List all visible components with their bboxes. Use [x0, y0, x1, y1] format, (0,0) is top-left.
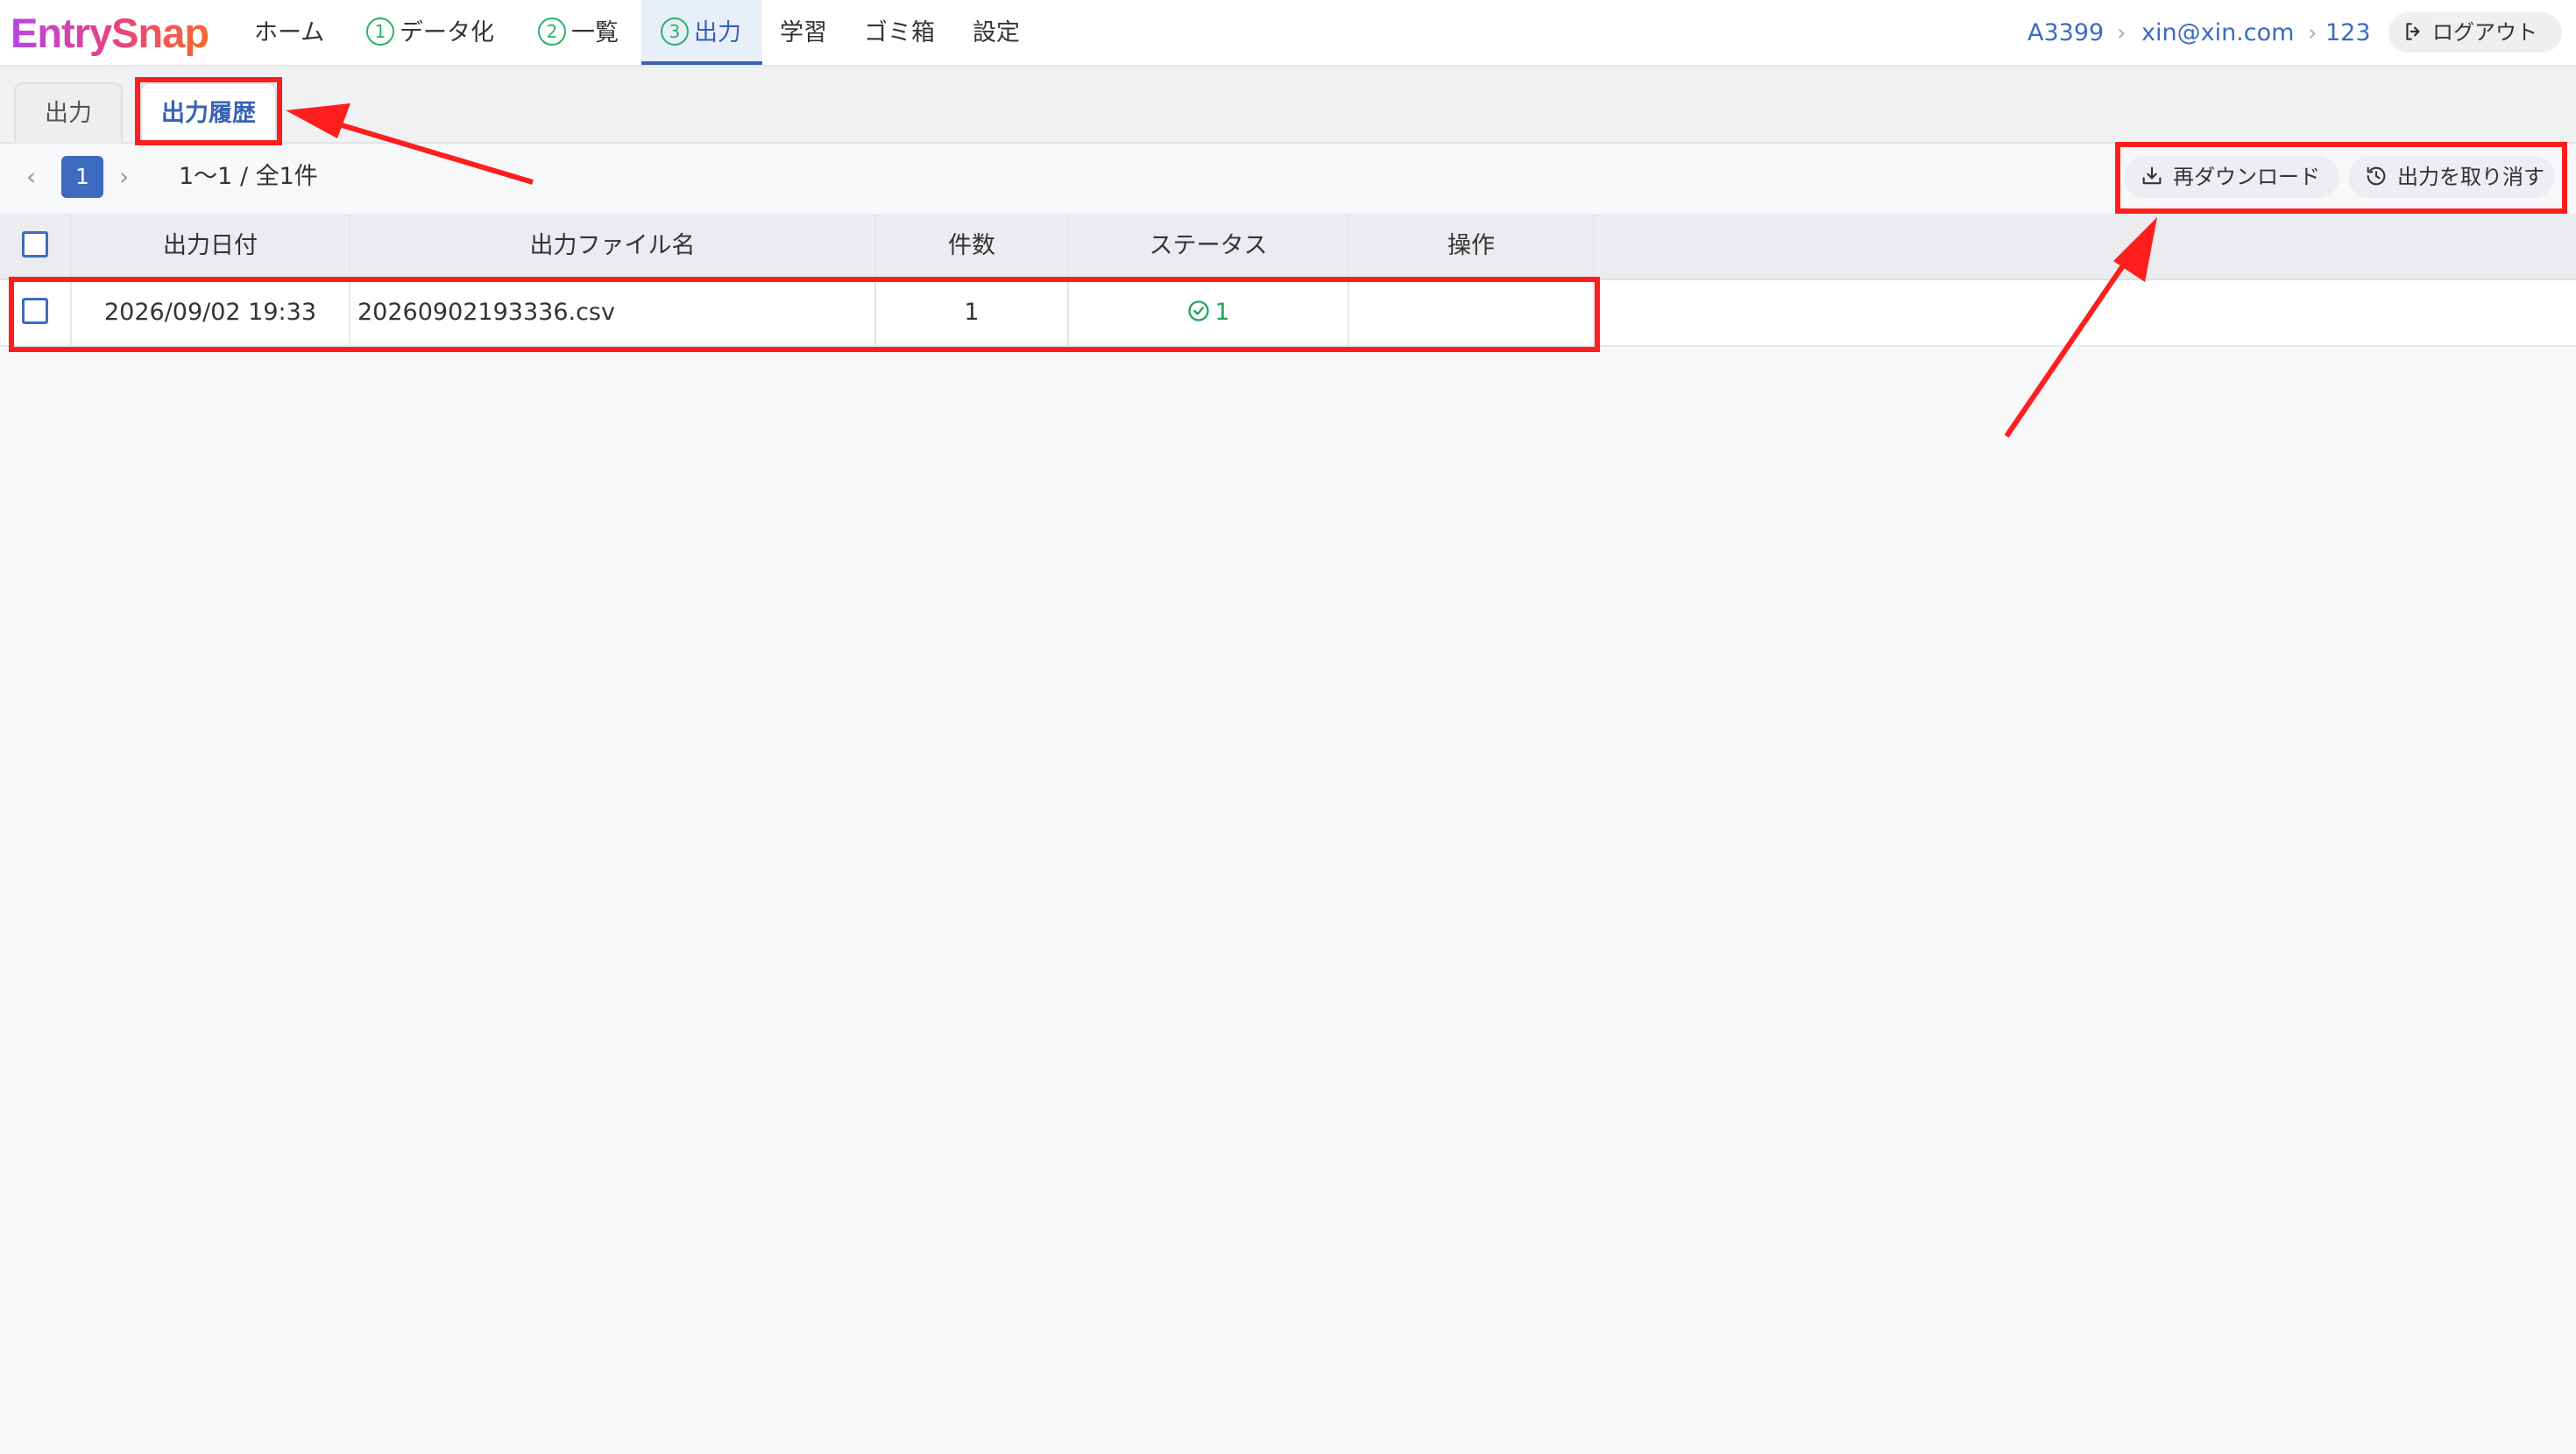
step-number-icon: 2: [538, 18, 566, 46]
table-header: 出力日付 出力ファイル名 件数 ステータス 操作: [0, 214, 2576, 280]
nav-digitize[interactable]: 1 データ化: [366, 0, 494, 65]
step-number-icon: 1: [366, 18, 394, 46]
annotation-box-history-tab: [135, 77, 282, 145]
chevron-right-icon: ›: [2117, 20, 2127, 46]
nav-learn-label: 学習: [780, 19, 827, 46]
breadcrumb-email[interactable]: xin@xin.com: [2141, 0, 2294, 67]
nav-digitize-label: データ化: [400, 19, 494, 46]
nav-list[interactable]: 2 一覧: [538, 0, 619, 65]
nav-settings-label: 設定: [973, 19, 1020, 46]
nav-trash-label: ゴミ箱: [864, 19, 935, 46]
breadcrumb-user[interactable]: 123: [2325, 0, 2371, 67]
nav-learn[interactable]: 学習: [780, 0, 827, 65]
select-all-checkbox[interactable]: [22, 230, 48, 258]
nav-list-label: 一覧: [571, 19, 619, 46]
pager-info: 1〜1 / 全1件: [179, 163, 318, 190]
tab-output-label: 出力: [45, 100, 92, 127]
logout-icon: [2406, 23, 2420, 40]
pager-page-button[interactable]: 1: [61, 156, 103, 198]
nav-home-label: ホーム: [254, 19, 325, 46]
column-header[interactable]: ステータス: [1069, 214, 1349, 279]
tab-bar: 出力 出力履歴: [0, 67, 2576, 144]
column-header[interactable]: 件数: [876, 214, 1069, 279]
chevron-left-icon[interactable]: ‹: [26, 154, 36, 200]
chevron-right-icon[interactable]: ›: [119, 154, 129, 200]
top-header: EntrySnap ホーム 1 データ化 2 一覧 3 出力 学習 ゴミ箱 設定 A3…: [0, 0, 2576, 67]
select-all-cell: [0, 214, 72, 279]
nav-output[interactable]: 3 出力: [641, 0, 762, 65]
nav-output-label: 出力: [694, 19, 741, 46]
tab-output[interactable]: 出力: [14, 82, 123, 144]
logout-label: ログアウト: [2432, 20, 2537, 45]
breadcrumb-account[interactable]: A3399: [2028, 0, 2104, 67]
column-header: 操作: [1349, 214, 1595, 279]
nav-trash[interactable]: ゴミ箱: [864, 0, 935, 65]
app-logo[interactable]: EntrySnap: [11, 7, 209, 60]
logout-button[interactable]: ログアウト: [2388, 12, 2562, 53]
column-header[interactable]: 出力日付: [72, 214, 350, 279]
nav-settings[interactable]: 設定: [973, 0, 1020, 65]
annotation-box-action-buttons: [2115, 142, 2567, 214]
column-header[interactable]: 出力ファイル名: [350, 214, 876, 279]
annotation-box-table-row: [9, 277, 1600, 352]
chevron-right-icon: ›: [2308, 20, 2318, 46]
nav-home[interactable]: ホーム: [254, 0, 324, 65]
step-number-icon: 3: [661, 18, 689, 46]
